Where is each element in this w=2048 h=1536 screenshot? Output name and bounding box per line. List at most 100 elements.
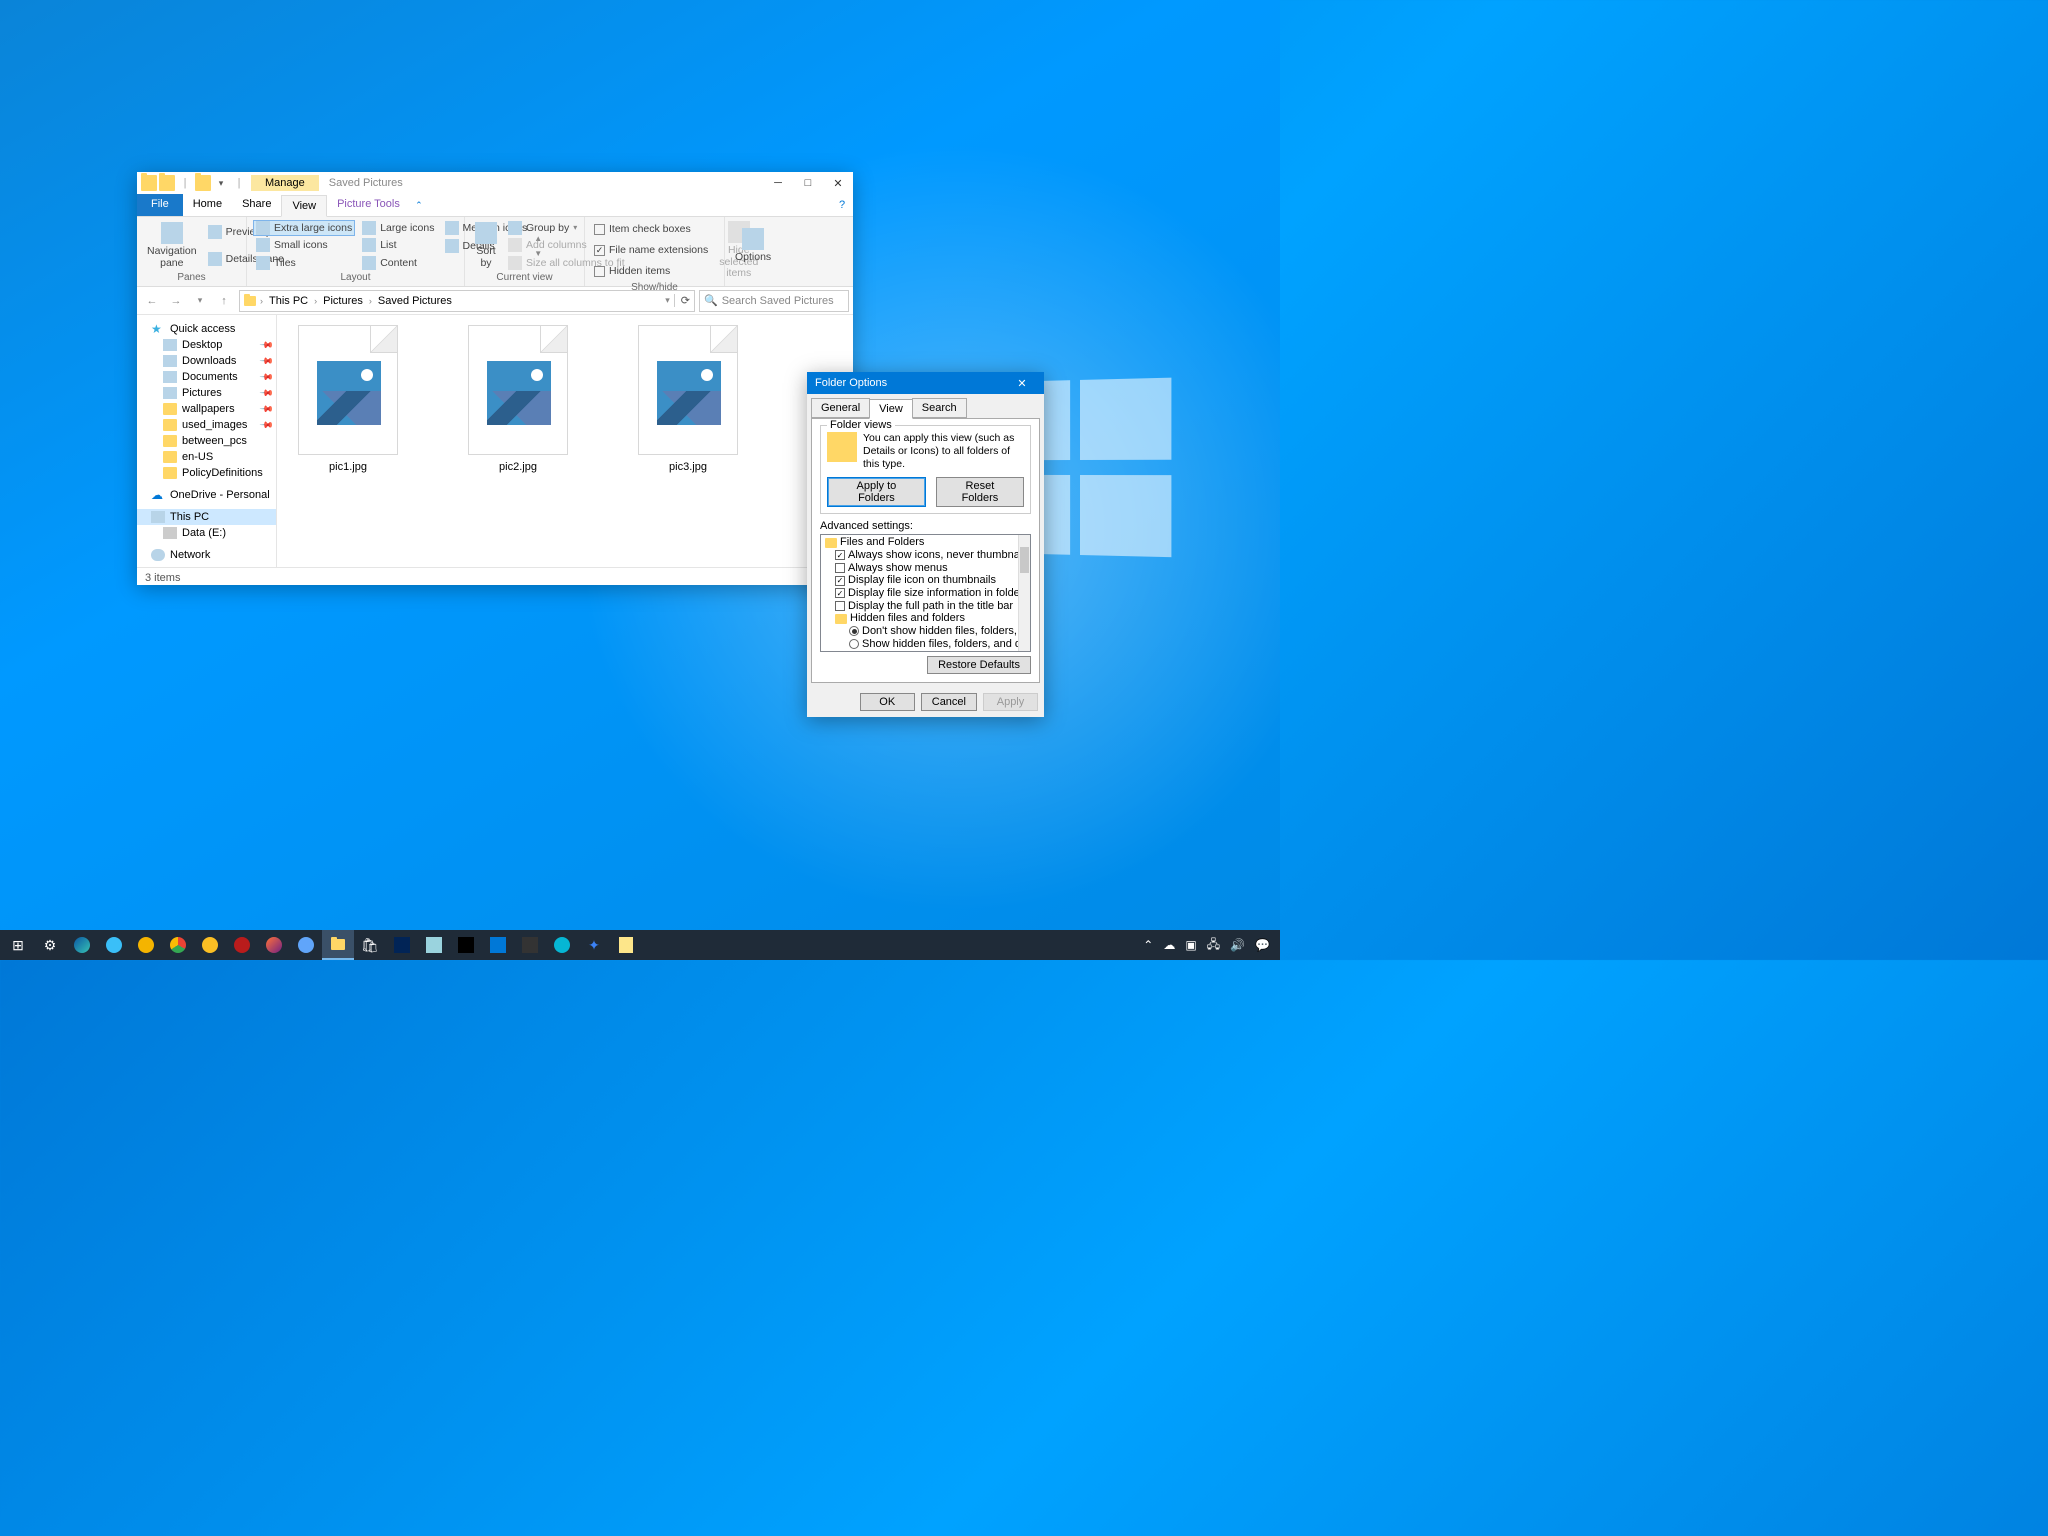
crumb-pictures[interactable]: Pictures — [321, 295, 365, 307]
close-button[interactable]: ✕ — [1008, 377, 1036, 390]
taskbar-chrome-icon[interactable] — [162, 930, 194, 960]
layout-tiles[interactable]: Tiles — [253, 255, 355, 271]
tray-volume-icon[interactable]: 🔊 — [1230, 938, 1245, 952]
address-dropdown-icon[interactable]: ▾ — [665, 295, 670, 306]
qat-overflow-icon[interactable]: ▾ — [213, 175, 229, 191]
tray-icon[interactable]: ▣ — [1185, 938, 1196, 952]
opt-hide-empty-drives[interactable]: ✓Hide empty drives — [821, 650, 1030, 652]
taskbar-app-icon[interactable] — [98, 930, 130, 960]
layout-large-icons[interactable]: Large icons — [359, 220, 437, 236]
tab-general[interactable]: General — [811, 398, 870, 418]
tree-node-files-folders[interactable]: Files and Folders — [821, 536, 1030, 549]
taskbar-app-icon[interactable] — [226, 930, 258, 960]
opt-always-show-icons[interactable]: ✓Always show icons, never thumbnails — [821, 549, 1030, 562]
start-button[interactable]: ⊞ — [2, 930, 34, 960]
sidebar-documents[interactable]: Documents📌 — [137, 369, 276, 385]
opt-always-show-menus[interactable]: Always show menus — [821, 562, 1030, 575]
opt-dont-show-hidden[interactable]: Don't show hidden files, folders, or dri… — [821, 625, 1030, 638]
sidebar-quick-access[interactable]: ★Quick access — [137, 321, 276, 337]
restore-defaults-button[interactable]: Restore Defaults — [927, 656, 1031, 674]
file-list[interactable]: pic1.jpg pic2.jpg pic3.jpg — [277, 315, 853, 567]
sidebar-policy-definitions[interactable]: PolicyDefinitions — [137, 465, 276, 481]
taskbar-app-icon[interactable] — [418, 930, 450, 960]
tab-share[interactable]: Share — [232, 194, 281, 216]
opt-display-file-size[interactable]: ✓Display file size information in folder… — [821, 587, 1030, 600]
crumb-saved-pictures[interactable]: Saved Pictures — [376, 295, 454, 307]
sort-by-button[interactable]: Sort by — [471, 219, 501, 272]
tab-view[interactable]: View — [869, 399, 913, 419]
dialog-title-bar[interactable]: Folder Options ✕ — [807, 372, 1044, 394]
tab-file[interactable]: File — [137, 194, 183, 216]
file-name-extensions[interactable]: ✓File name extensions — [591, 243, 711, 257]
search-box[interactable]: 🔍 Search Saved Pictures — [699, 290, 849, 312]
sidebar-downloads[interactable]: Downloads📌 — [137, 353, 276, 369]
sidebar-between-pcs[interactable]: between_pcs — [137, 433, 276, 449]
chevron-right-icon[interactable]: › — [260, 296, 263, 306]
sidebar-onedrive[interactable]: ☁OneDrive - Personal — [137, 487, 276, 503]
sidebar-pictures[interactable]: Pictures📌 — [137, 385, 276, 401]
taskbar-app-icon[interactable]: ✦ — [578, 930, 610, 960]
ok-button[interactable]: OK — [860, 693, 915, 711]
tray-network-icon[interactable]: 🖧 — [1207, 935, 1220, 956]
sidebar-network[interactable]: Network — [137, 547, 276, 563]
up-button[interactable]: ↑ — [213, 290, 235, 312]
taskbar-file-explorer-icon[interactable] — [322, 930, 354, 960]
maximize-button[interactable]: □ — [793, 172, 823, 194]
tray-overflow-icon[interactable]: ⌃ — [1143, 938, 1153, 952]
tab-picture-tools[interactable]: Picture Tools — [327, 194, 410, 216]
refresh-button[interactable]: ⟳ — [674, 294, 690, 307]
taskbar-settings-icon[interactable]: ⚙ — [34, 930, 66, 960]
taskbar-edge-icon[interactable] — [66, 930, 98, 960]
file-item[interactable]: pic1.jpg — [293, 325, 403, 473]
sidebar-desktop[interactable]: Desktop📌 — [137, 337, 276, 353]
tab-home[interactable]: Home — [183, 194, 232, 216]
sidebar-this-pc[interactable]: This PC — [137, 509, 276, 525]
forward-button[interactable]: → — [165, 290, 187, 312]
taskbar-notepad-icon[interactable] — [610, 930, 642, 960]
navigation-pane-button[interactable]: Navigation pane — [143, 219, 201, 272]
taskbar-store-icon[interactable]: 🛍 — [354, 930, 386, 960]
title-bar[interactable]: | ▾ | Manage Saved Pictures ─ □ ✕ — [137, 172, 853, 194]
sidebar-used-images[interactable]: used_images📌 — [137, 417, 276, 433]
taskbar-app-icon[interactable] — [546, 930, 578, 960]
layout-list[interactable]: List — [359, 237, 437, 253]
reset-folders-button[interactable]: Reset Folders — [936, 477, 1024, 507]
tab-view[interactable]: View — [281, 195, 327, 217]
cancel-button[interactable]: Cancel — [921, 693, 977, 711]
opt-display-full-path[interactable]: Display the full path in the title bar — [821, 600, 1030, 613]
breadcrumb-bar[interactable]: › This PC › Pictures › Saved Pictures ▾ … — [239, 290, 695, 312]
taskbar-terminal-icon[interactable] — [450, 930, 482, 960]
minimize-button[interactable]: ─ — [763, 172, 793, 194]
item-check-boxes[interactable]: Item check boxes — [591, 222, 711, 236]
help-icon[interactable]: ? — [831, 194, 853, 216]
taskbar-app-icon[interactable] — [482, 930, 514, 960]
taskbar-app-icon[interactable] — [194, 930, 226, 960]
options-button[interactable]: Options — [731, 219, 775, 272]
layout-small-icons[interactable]: Small icons — [253, 237, 355, 253]
apply-button[interactable]: Apply — [983, 693, 1038, 711]
file-item[interactable]: pic2.jpg — [463, 325, 573, 473]
opt-display-file-icon[interactable]: ✓Display file icon on thumbnails — [821, 574, 1030, 587]
tray-onedrive-icon[interactable]: ☁ — [1163, 938, 1175, 952]
close-button[interactable]: ✕ — [823, 172, 853, 194]
apply-to-folders-button[interactable]: Apply to Folders — [827, 477, 926, 507]
sidebar-en-us[interactable]: en-US — [137, 449, 276, 465]
hidden-items[interactable]: Hidden items — [591, 264, 711, 278]
ribbon-collapse-icon[interactable]: ⌃ — [410, 194, 428, 216]
recent-locations-icon[interactable]: ▾ — [189, 290, 211, 312]
crumb-this-pc[interactable]: This PC — [267, 295, 310, 307]
file-item[interactable]: pic3.jpg — [633, 325, 743, 473]
taskbar-app-icon[interactable] — [130, 930, 162, 960]
layout-content[interactable]: Content — [359, 255, 437, 271]
sidebar-data-drive[interactable]: Data (E:) — [137, 525, 276, 541]
taskbar-terminal-icon[interactable] — [514, 930, 546, 960]
tab-search[interactable]: Search — [912, 398, 967, 418]
back-button[interactable]: ← — [141, 290, 163, 312]
chevron-right-icon[interactable]: › — [314, 296, 317, 306]
scrollbar[interactable] — [1018, 535, 1030, 651]
chevron-right-icon[interactable]: › — [369, 296, 372, 306]
sidebar-wallpapers[interactable]: wallpapers📌 — [137, 401, 276, 417]
tray-notifications-icon[interactable]: 💬 — [1255, 938, 1270, 952]
opt-show-hidden[interactable]: Show hidden files, folders, and drives — [821, 638, 1030, 651]
layout-extra-large-icons[interactable]: Extra large icons — [253, 220, 355, 236]
